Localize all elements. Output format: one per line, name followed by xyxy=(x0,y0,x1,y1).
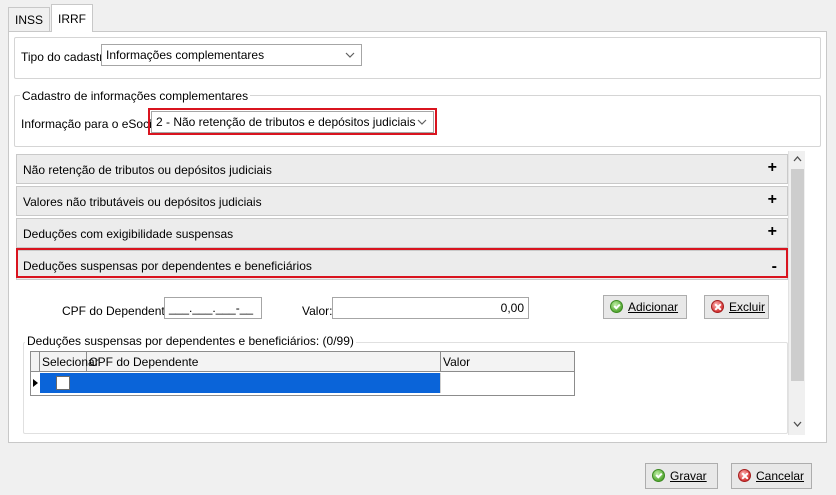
accordion-label: Não retenção de tributos ou depósitos ju… xyxy=(23,163,272,177)
cadastro-group-title: Cadastro de informações complementares xyxy=(20,89,251,103)
grid-header: Selecionar CPF do Dependente Valor xyxy=(31,352,574,372)
cpf-cell[interactable] xyxy=(87,373,441,393)
accordion-deducoes-exigibilidade[interactable]: Deduções com exigibilidade suspensas + xyxy=(16,218,788,248)
esocial-label: Informação para o eSocial: xyxy=(21,117,165,131)
expand-icon: + xyxy=(767,223,777,240)
add-button[interactable]: Adicionar xyxy=(603,295,687,319)
delete-button[interactable]: Excluir xyxy=(704,295,769,319)
tipo-cadastro-select[interactable]: Informações complementares xyxy=(101,44,362,66)
select-cell[interactable] xyxy=(40,373,87,393)
chevron-up-icon[interactable] xyxy=(792,153,803,165)
scrollbar-thumb[interactable] xyxy=(791,169,804,381)
select-checkbox[interactable] xyxy=(56,376,70,390)
column-header-selecionar[interactable]: Selecionar xyxy=(40,352,99,372)
cpf-input[interactable]: ___.___.___-__ xyxy=(164,297,262,319)
deducoes-dependentes-highlight xyxy=(16,248,788,278)
expand-icon: + xyxy=(767,159,777,176)
delete-button-label: Excluir xyxy=(729,300,766,314)
vertical-scrollbar[interactable] xyxy=(788,151,805,435)
check-icon xyxy=(652,469,665,482)
row-indicator-header xyxy=(31,352,40,372)
table-row[interactable] xyxy=(31,373,574,393)
column-header-cpf[interactable]: CPF do Dependente xyxy=(87,352,441,372)
close-icon xyxy=(711,300,724,313)
tipo-cadastro-value: Informações complementares xyxy=(106,48,265,62)
tab-inss[interactable]: INSS xyxy=(8,7,51,31)
deducoes-grid-title: Deduções suspensas por dependentes e ben… xyxy=(25,334,356,348)
accordion-valores-nao-tributaveis[interactable]: Valores não tributáveis ou depósitos jud… xyxy=(16,186,788,216)
accordion-label: Valores não tributáveis ou depósitos jud… xyxy=(23,195,262,209)
close-icon xyxy=(738,469,751,482)
deducoes-grid[interactable]: Selecionar CPF do Dependente Valor xyxy=(30,351,575,396)
accordion-nao-retencao[interactable]: Não retenção de tributos ou depósitos ju… xyxy=(16,154,788,184)
save-button[interactable]: Gravar xyxy=(645,463,718,489)
valor-label: Valor: xyxy=(302,304,333,318)
column-header-valor[interactable]: Valor xyxy=(441,352,574,372)
chevron-down-icon[interactable] xyxy=(792,418,803,430)
save-button-label: Gravar xyxy=(670,469,707,483)
valor-cell[interactable] xyxy=(441,373,574,393)
expand-icon: + xyxy=(767,191,777,208)
chevron-down-icon xyxy=(345,52,355,58)
cpf-label: CPF do Dependente: xyxy=(62,304,175,318)
cancel-button-label: Cancelar xyxy=(756,469,805,483)
tipo-cadastro-label: Tipo do cadastro: xyxy=(21,50,114,64)
add-button-label: Adicionar xyxy=(628,300,679,314)
row-pointer-icon xyxy=(33,379,38,387)
esocial-highlight xyxy=(148,108,437,135)
cancel-button[interactable]: Cancelar xyxy=(731,463,812,489)
accordion-label: Deduções com exigibilidade suspensas xyxy=(23,227,234,241)
valor-input[interactable]: 0,00 xyxy=(332,297,529,319)
tab-irrf[interactable]: IRRF xyxy=(51,4,93,32)
check-icon xyxy=(610,300,623,313)
